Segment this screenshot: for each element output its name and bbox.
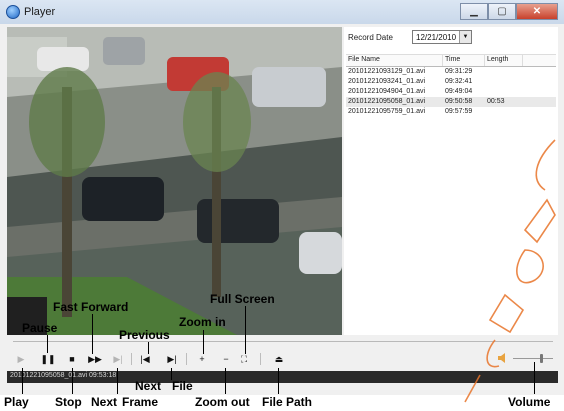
label-next-file-1: Next [135,379,162,393]
chevron-down-icon[interactable]: ▼ [459,31,471,43]
play-icon: ▶ [17,353,25,364]
camera-frame-image [7,27,342,335]
app-icon [6,5,20,19]
label-zoom-out: Zoom out [195,395,250,409]
previous-file-button[interactable]: |◀ [137,351,153,367]
table-row[interactable]: 20101221095759_01.avi 09:57:59 [346,107,556,117]
header-length[interactable]: Length [485,55,523,66]
table-header: File Name Time Length [346,54,556,67]
label-next-frame-2: Frame [122,395,159,409]
cell-file-name: 20101221093241_01.avi [348,78,426,85]
status-time: 09:53:18 [89,372,117,379]
minus-icon: − [223,354,229,364]
label-file-path: File Path [262,395,313,409]
plus-icon: + [199,354,205,364]
next-frame-button[interactable]: ▶| [110,351,126,367]
label-zoom-in: Zoom in [179,315,226,329]
label-previous: Previous [119,328,170,342]
table-row[interactable]: 20101221093241_01.avi 09:32:41 [346,77,556,87]
separator-1 [131,353,132,365]
label-next-file-2: File [172,379,193,393]
next-file-button[interactable]: ▶| [164,351,180,367]
play-button[interactable]: ▶ [13,351,29,367]
file-table: File Name Time Length 20101221093129_01.… [346,54,556,117]
record-date-value: 12/21/2010 [416,33,457,42]
fast-forward-icon: ▶▶ [88,353,102,364]
pause-icon: ❚❚ [40,353,56,364]
cell-file-name: 20101221093129_01.avi [348,68,426,75]
cell-time: 09:31:29 [445,68,473,75]
label-play: Play [4,395,29,409]
arrow-fast-forward [92,314,93,354]
close-button[interactable]: ✕ [516,3,558,20]
cell-length: 00:53 [487,98,505,105]
minimize-button[interactable]: ▁ [460,3,488,20]
arrow-zoom-in [203,330,204,354]
cell-time: 09:50:58 [445,98,473,105]
label-fast-forward: Fast Forward [53,300,129,314]
zoom-in-button[interactable]: + [194,351,210,367]
next-frame-icon: ▶| [113,353,123,364]
title-bar[interactable]: Player ▁ ▢ ✕ [0,0,564,24]
header-time[interactable]: Time [443,55,485,66]
arrow-zoom-out [225,368,226,394]
window-buttons: ▁ ▢ ✕ [460,3,558,20]
label-pause: Pause [22,321,58,335]
maximize-icon: ▢ [497,6,507,17]
file-path-button[interactable]: ⏏ [271,351,287,367]
separator-2 [186,353,187,365]
full-screen-icon: ⛶ [240,353,248,364]
label-next-frame-1: Next [91,395,118,409]
table-row[interactable]: 20101221093129_01.avi 09:31:29 [346,67,556,77]
record-date-picker[interactable]: 12/21/2010 ▼ [412,30,472,44]
arrow-next-frame [117,368,118,394]
arrow-stop [72,368,73,394]
eject-icon: ⏏ [274,353,284,364]
fast-forward-button[interactable]: ▶▶ [87,351,103,367]
label-stop: Stop [55,395,82,409]
arrow-next-file [171,368,172,380]
arrow-pause [47,335,48,353]
label-full-screen: Full Screen [210,292,275,306]
previous-file-icon: |◀ [140,353,150,364]
arrow-play [22,368,23,394]
cell-length [485,87,523,97]
full-screen-button[interactable]: ⛶ [236,351,252,367]
next-file-icon: ▶| [167,353,177,364]
cell-time: 09:57:59 [445,108,473,115]
status-text: 20101221095058_01.avi 09:53:18 [10,372,116,379]
pause-button[interactable]: ❚❚ [40,351,56,367]
zoom-out-button[interactable]: − [218,351,234,367]
arrow-file-path [278,368,279,394]
cell-length [485,107,523,117]
table-row[interactable]: 20101221095058_01.avi 09:50:58 00:53 [346,97,556,107]
cell-time: 09:49:04 [445,88,473,95]
separator-3 [260,353,261,365]
header-file-name[interactable]: File Name [346,55,443,66]
cell-file-name: 20101221095058_01.avi [348,98,426,105]
cell-length [485,67,523,77]
stop-button[interactable]: ■ [64,351,80,367]
close-icon: ✕ [532,6,542,17]
arrow-full-screen [245,306,246,354]
arrow-previous [148,342,149,354]
cell-file-name: 20101221094904_01.avi [348,88,426,95]
cell-file-name: 20101221095759_01.avi [348,108,426,115]
record-date-row: Record Date 12/21/2010 ▼ [344,27,558,49]
maximize-button[interactable]: ▢ [488,3,516,20]
table-body: 20101221093129_01.avi 09:31:29 20101221093… [346,67,556,117]
video-viewport[interactable] [7,27,342,335]
cell-length [485,77,523,87]
record-date-label: Record Date [348,33,393,42]
minimize-icon: ▁ [470,6,478,17]
window-title: Player [24,6,56,18]
table-row[interactable]: 20101221094904_01.avi 09:49:04 [346,87,556,97]
stop-icon: ■ [69,354,75,364]
cell-time: 09:32:41 [445,78,473,85]
watermark-logo [464,139,556,403]
